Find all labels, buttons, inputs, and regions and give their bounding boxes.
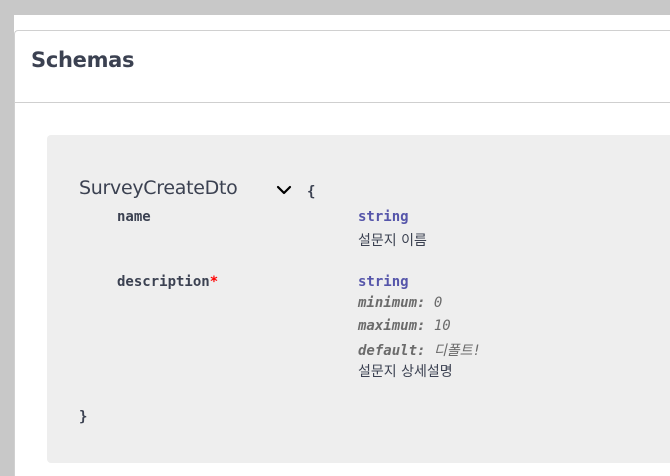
meta-value: 0	[433, 295, 443, 311]
schemas-header[interactable]: Schemas	[15, 31, 670, 103]
meta-key: minimum:	[358, 295, 426, 311]
property-name-description: description*	[117, 274, 218, 290]
property-meta-default: default: 디폴트!	[358, 340, 481, 360]
property-description-name: 설문지 이름	[358, 233, 427, 249]
meta-value: 디폴트!	[433, 343, 481, 359]
meta-key: maximum:	[358, 318, 426, 334]
meta-value: 10	[433, 318, 451, 334]
chevron-down-icon[interactable]	[276, 184, 292, 196]
model-close-brace: }	[79, 409, 88, 425]
model-name[interactable]: SurveyCreateDto	[79, 177, 238, 199]
property-description-description: 설문지 상세설명	[358, 364, 453, 380]
page-top-background	[0, 0, 670, 15]
meta-key: default:	[358, 343, 426, 359]
property-type-name: string	[358, 209, 409, 225]
property-meta-minimum: minimum: 0	[358, 295, 442, 311]
required-marker: *	[209, 274, 219, 290]
schemas-title[interactable]: Schemas	[31, 48, 135, 72]
property-meta-maximum: maximum: 10	[358, 318, 451, 334]
property-name-name: name	[117, 209, 151, 225]
model-container: SurveyCreateDto { name string 설문지 이름 des…	[47, 135, 670, 463]
property-name-label: description	[117, 274, 210, 290]
property-type-description: string	[358, 274, 409, 290]
model-open-brace: {	[307, 184, 316, 200]
